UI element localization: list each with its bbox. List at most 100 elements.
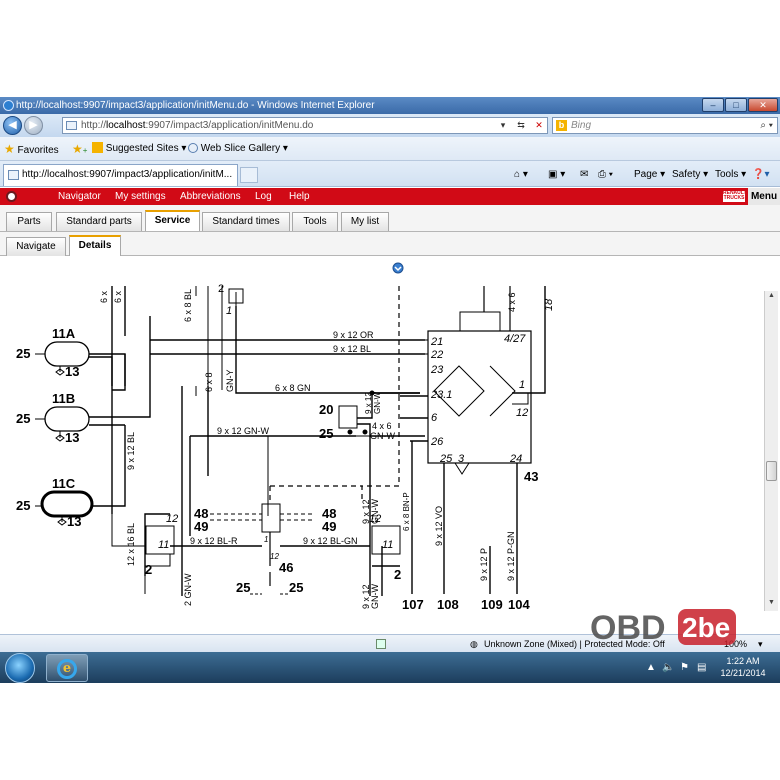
wire-9x12-p: 9 x 12 P (479, 548, 489, 581)
label-25b: 25 (16, 411, 30, 426)
pin-21: 21 (430, 336, 443, 348)
address-dropdown-icon[interactable]: ▾ (495, 118, 511, 133)
forward-button[interactable]: ▶ (24, 116, 43, 135)
taskbar-ie-button[interactable]: e (46, 654, 88, 682)
menu-my-settings[interactable]: My settings (115, 188, 166, 205)
wire-9x12-v: 9 x 12 (364, 392, 373, 414)
minimize-button[interactable]: – (702, 98, 724, 112)
wire-6x8-gn: 6 x 8 GN (275, 383, 311, 393)
back-button[interactable]: ◀ (3, 116, 22, 135)
wiring-diagram[interactable]: 11A 11B 11C 25 25 25 13 13 13 6 x 6 x 6 … (0, 256, 780, 634)
menu-navigator[interactable]: Navigator (58, 188, 101, 205)
menu-button[interactable]: Menu (748, 188, 780, 205)
ie-page-icon (188, 143, 198, 153)
wire-gnw-d: GN-W (370, 584, 380, 609)
feeds-icon[interactable]: ▣ ▾ (548, 168, 565, 182)
sub-tabs: Navigate Details (0, 232, 780, 256)
pin-4-27: 4/27 (504, 333, 526, 345)
tab-service[interactable]: Service (145, 210, 200, 231)
mail-icon[interactable]: ✉ (580, 168, 588, 182)
close-button[interactable]: ✕ (748, 98, 778, 112)
wire-6x-2: 6 x (113, 290, 123, 303)
tools-menu[interactable]: Tools ▾ (715, 168, 746, 182)
label-11-left: 11 (158, 539, 169, 551)
label-12-valve: 12 (270, 552, 279, 561)
label-43: 43 (524, 469, 538, 484)
pin-12: 12 (516, 407, 528, 419)
clock[interactable]: 1:22 AM 12/21/2014 (712, 655, 774, 679)
obd2be-watermark: OBD 2be (590, 609, 736, 647)
pin-23: 23 (430, 364, 444, 376)
flag-icon[interactable]: ⚑ (680, 662, 689, 673)
new-tab-button[interactable] (240, 167, 258, 183)
stop-icon[interactable]: ✕ (531, 118, 547, 133)
label-49-left: 49 (194, 519, 208, 534)
maximize-button[interactable]: □ (725, 98, 747, 112)
collapse-icon[interactable] (392, 262, 404, 274)
label-49-right: 49 (322, 519, 336, 534)
wire-9x12-vo: 9 x 12 VO (434, 506, 444, 546)
search-input[interactable]: b Bing ⌕ ▾ (552, 117, 778, 134)
ie-icon (3, 100, 14, 111)
pin-6: 6 (431, 412, 438, 424)
label-2-left: 2 (145, 562, 152, 577)
help-icon[interactable]: ❓▾ (752, 168, 769, 182)
address-bar-row: ◀ ▶ http://localhost:9907/impact3/applic… (0, 114, 780, 137)
relay-20 (338, 405, 358, 429)
print-icon[interactable]: ⎙ ▾ (598, 168, 613, 182)
pin-25: 25 (439, 453, 453, 465)
wire-6x8-bnp: 6 x 8 BN-P (402, 492, 411, 531)
menu-abbreviations[interactable]: Abbreviations (180, 188, 241, 205)
safety-menu[interactable]: Safety ▾ (672, 168, 708, 182)
tab-my-list[interactable]: My list (341, 212, 389, 231)
svg-text:2be: 2be (682, 612, 730, 643)
add-favorite-icon[interactable]: ★+ (72, 142, 87, 158)
scroll-thumb[interactable] (766, 461, 777, 481)
tab-details[interactable]: Details (69, 235, 121, 256)
label-13a: 13 (65, 364, 79, 379)
volume-icon[interactable]: 🔈 (662, 662, 674, 673)
label-25-low-right: 25 (289, 580, 303, 595)
vertical-scrollbar[interactable]: ▲ ▼ (764, 291, 778, 611)
svg-text:OBD: OBD (590, 609, 666, 647)
menu-help[interactable]: Help (289, 188, 310, 205)
start-button[interactable] (5, 653, 35, 683)
tab-standard-parts[interactable]: Standard parts (56, 212, 142, 231)
page-menu[interactable]: Page ▾ (634, 168, 665, 182)
label-46: 46 (279, 560, 293, 575)
suggested-sites-link[interactable]: Suggested Sites ▾ (92, 142, 186, 156)
terminal-108: 108 (437, 597, 459, 612)
tab-standard-times[interactable]: Standard times (202, 212, 290, 231)
refresh-icon[interactable]: ⇆ (513, 118, 529, 133)
label-25c: 25 (16, 498, 30, 513)
app-menu-bar: Navigator My settings Abbreviations Log … (0, 188, 780, 205)
zoom-dropdown-icon[interactable]: ▾ (758, 635, 763, 653)
favorites-button[interactable]: ★ Favorites (4, 142, 59, 158)
wire-6x8-gny: 6 x 8 (204, 372, 214, 392)
window-title: http://localhost:9907/impact3/applicatio… (16, 100, 375, 111)
tab-parts[interactable]: Parts (6, 212, 52, 231)
tab-navigate[interactable]: Navigate (6, 237, 66, 256)
ie-tab[interactable]: http://localhost:9907/impact3/applicatio… (3, 164, 238, 186)
bing-icon (92, 142, 103, 153)
network-icon[interactable]: ▤ (697, 662, 706, 673)
scroll-up-icon[interactable]: ▲ (766, 292, 777, 303)
menu-log[interactable]: Log (255, 188, 272, 205)
label-25-mid: 25 (319, 426, 333, 441)
tray-arrow-icon[interactable]: ▲ (646, 662, 656, 673)
app-logo-icon (6, 191, 17, 202)
wire-9x12-bl: 9 x 12 BL (333, 344, 371, 354)
wire-9x12-pgn: 9 x 12 P-GN (506, 531, 516, 581)
address-input[interactable]: http://localhost:9907/impact3/applicatio… (62, 117, 548, 134)
scroll-down-icon[interactable]: ▼ (766, 599, 777, 610)
label-11-right: 11 (382, 539, 393, 551)
tab-tools[interactable]: Tools (292, 212, 338, 231)
search-icon[interactable]: ⌕ ▾ (760, 118, 773, 133)
web-slice-gallery-link[interactable]: Web Slice Gallery ▾ (188, 142, 288, 156)
pin-26: 26 (430, 436, 444, 448)
wire-9x12-gnw: 9 x 12 GN-W (217, 426, 270, 436)
label-20: 20 (319, 402, 333, 417)
label-13b: 13 (65, 430, 79, 445)
pin-23-1: 23.1 (430, 389, 452, 401)
home-icon[interactable]: ⌂ ▾ (514, 168, 528, 182)
